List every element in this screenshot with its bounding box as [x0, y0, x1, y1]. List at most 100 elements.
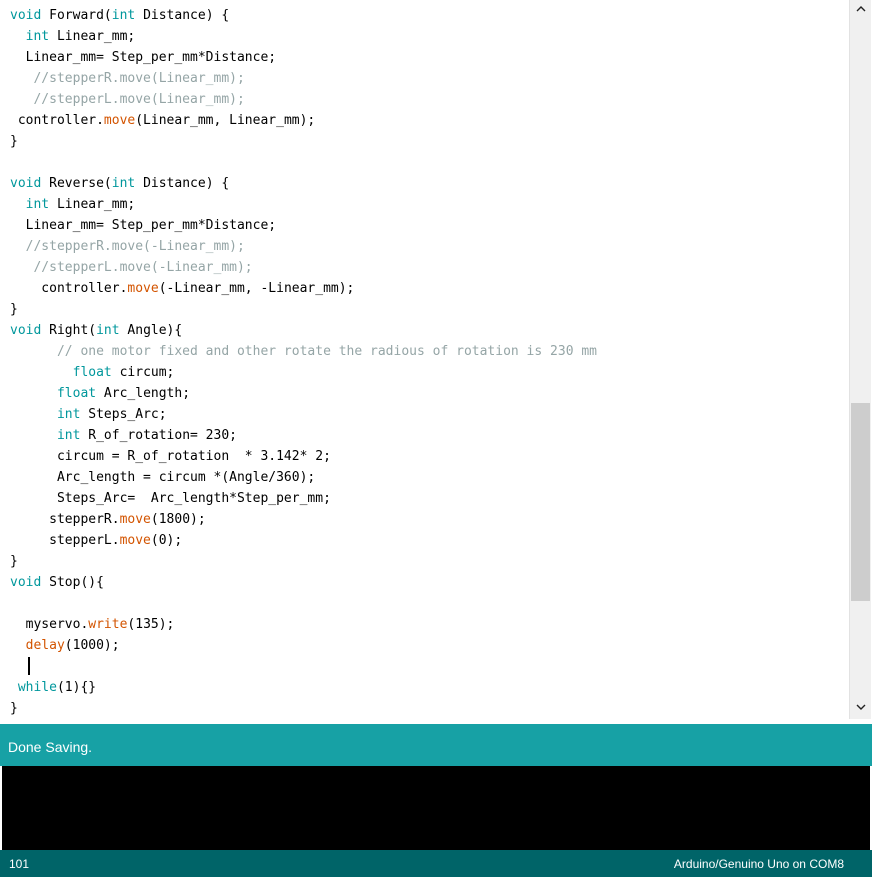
- console-output[interactable]: [2, 766, 870, 850]
- code-token: move: [127, 281, 159, 296]
- code-token: write: [88, 617, 128, 632]
- code-token: Forward(: [41, 8, 112, 23]
- line-number: 101: [9, 857, 30, 871]
- code-token: }: [10, 701, 18, 716]
- code-line[interactable]: controller.move(Linear_mm, Linear_mm);: [10, 110, 315, 131]
- code-line[interactable]: stepperL.move(0);: [10, 530, 182, 551]
- code-line[interactable]: int Steps_Arc;: [10, 404, 167, 425]
- code-token: void: [10, 575, 42, 590]
- code-line[interactable]: }: [10, 299, 18, 320]
- code-token: stepperL.: [10, 533, 120, 548]
- code-token: Arc_length = circum *(Angle/360);: [10, 470, 316, 485]
- code-token: float: [56, 386, 97, 401]
- code-token: (1){}: [56, 680, 97, 695]
- scroll-thumb[interactable]: [851, 403, 870, 601]
- code-token: Linear_mm= Step_per_mm*Distance;: [10, 218, 277, 233]
- code-line[interactable]: Steps_Arc= Arc_length*Step_per_mm;: [10, 488, 331, 509]
- code-token: //stepperR.move(-Linear_mm);: [10, 239, 245, 254]
- code-line[interactable]: float Arc_length;: [10, 383, 190, 404]
- code-line[interactable]: int Linear_mm;: [10, 26, 136, 47]
- code-line[interactable]: Linear_mm= Step_per_mm*Distance;: [10, 47, 276, 68]
- code-line[interactable]: delay(1000);: [10, 635, 120, 656]
- code-line[interactable]: //stepperL.move(-Linear_mm);: [10, 257, 253, 278]
- vertical-scrollbar[interactable]: [849, 0, 871, 719]
- code-token: (1000);: [64, 638, 120, 653]
- code-token: R_of_rotation= 230;: [80, 428, 237, 443]
- code-token: int: [111, 176, 136, 191]
- code-line[interactable]: circum = R_of_rotation * 3.142* 2;: [10, 446, 331, 467]
- code-line[interactable]: }: [10, 131, 18, 152]
- code-token: (135);: [127, 617, 175, 632]
- footer-bar: 101 Arduino/Genuino Uno on COM8: [0, 850, 872, 877]
- scroll-down-button[interactable]: [850, 699, 871, 716]
- code-token: Reverse(: [41, 176, 112, 191]
- code-token: Linear_mm;: [49, 29, 136, 44]
- code-token: (-Linear_mm, -Linear_mm);: [158, 281, 355, 296]
- code-line[interactable]: //stepperL.move(Linear_mm);: [10, 89, 245, 110]
- code-token: //stepperL.move(-Linear_mm);: [10, 260, 253, 275]
- code-line[interactable]: myservo.write(135);: [10, 614, 175, 635]
- code-token: Steps_Arc= Arc_length*Step_per_mm;: [10, 491, 331, 506]
- code-token: void: [10, 8, 42, 23]
- code-token: int: [25, 197, 50, 212]
- code-token: controller.: [10, 113, 104, 128]
- code-line[interactable]: void Right(int Angle){: [10, 320, 182, 341]
- code-token: myservo.: [10, 617, 89, 632]
- code-token: Distance) {: [135, 176, 230, 191]
- code-line[interactable]: void Stop(){: [10, 572, 104, 593]
- code-token: int: [25, 29, 50, 44]
- code-token: while: [17, 680, 57, 695]
- scroll-up-button[interactable]: [850, 0, 871, 17]
- code-token: delay: [25, 638, 65, 653]
- code-line[interactable]: //stepperR.move(-Linear_mm);: [10, 236, 245, 257]
- code-token: Angle){: [119, 323, 183, 338]
- status-bar: Done Saving.: [0, 724, 872, 766]
- code-token: float: [72, 365, 112, 380]
- code-token: int: [111, 8, 136, 23]
- code-token: int: [56, 428, 81, 443]
- code-line[interactable]: stepperR.move(1800);: [10, 509, 206, 530]
- code-token: Steps_Arc;: [80, 407, 167, 422]
- code-line[interactable]: Linear_mm= Step_per_mm*Distance;: [10, 215, 276, 236]
- code-token: move: [103, 113, 136, 128]
- code-token: Distance) {: [135, 8, 230, 23]
- code-token: (1800);: [150, 512, 206, 527]
- code-editor[interactable]: void Forward(int Distance) { int Linear_…: [0, 0, 849, 720]
- code-line[interactable]: void Forward(int Distance) {: [10, 5, 229, 26]
- code-token: int: [96, 323, 120, 338]
- code-line[interactable]: //stepperR.move(Linear_mm);: [10, 68, 245, 89]
- code-line[interactable]: Arc_length = circum *(Angle/360);: [10, 467, 315, 488]
- code-token: void: [10, 323, 42, 338]
- code-line[interactable]: }: [10, 551, 18, 572]
- chevron-up-icon: [856, 6, 865, 12]
- code-line[interactable]: int Linear_mm;: [10, 194, 136, 215]
- code-line[interactable]: controller.move(-Linear_mm, -Linear_mm);: [10, 278, 354, 299]
- code-token: circum = R_of_rotation * 3.142* 2;: [10, 449, 331, 464]
- code-line[interactable]: }: [10, 698, 18, 719]
- code-token: Right(: [41, 323, 97, 338]
- code-token: //stepperL.move(Linear_mm);: [10, 92, 245, 107]
- code-token: controller.: [10, 281, 128, 296]
- code-token: Linear_mm= Step_per_mm*Distance;: [10, 50, 277, 65]
- board-info: Arduino/Genuino Uno on COM8: [673, 857, 844, 871]
- code-token: //stepperR.move(Linear_mm);: [10, 71, 245, 86]
- code-token: Linear_mm;: [49, 197, 136, 212]
- code-line[interactable]: while(1){}: [10, 677, 96, 698]
- code-line[interactable]: // one motor fixed and other rotate the …: [10, 341, 597, 362]
- code-token: circum;: [111, 365, 175, 380]
- code-token: int: [56, 407, 81, 422]
- code-token: (0);: [150, 533, 183, 548]
- chevron-down-icon: [856, 704, 865, 710]
- code-line[interactable]: int R_of_rotation= 230;: [10, 425, 237, 446]
- code-token: Stop(){: [41, 575, 104, 590]
- code-line[interactable]: float circum;: [10, 362, 175, 383]
- text-cursor: [27, 657, 30, 675]
- code-line[interactable]: void Reverse(int Distance) {: [10, 173, 229, 194]
